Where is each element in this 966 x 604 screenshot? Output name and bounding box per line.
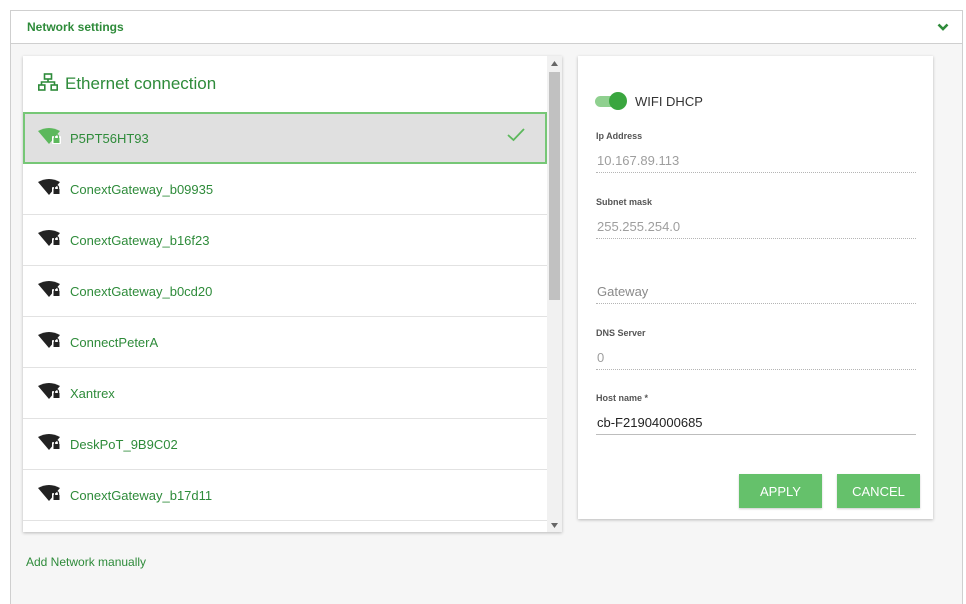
network-list-card: Ethernet connection P5PT56HT93 ConextGate… <box>23 56 562 532</box>
network-row[interactable]: P5PT56HT93 <box>23 112 547 164</box>
list-title: Ethernet connection <box>65 74 217 93</box>
network-row[interactable]: ConextGateway_b09935 <box>23 164 547 215</box>
subnet-mask-field: Subnet mask 255.255.254.0 <box>596 197 916 239</box>
network-row[interactable]: Xantrex <box>23 368 547 419</box>
panel-title: Network settings <box>27 20 124 34</box>
host-name-input[interactable]: cb-F21904000685 <box>596 415 916 435</box>
wifi-lock-icon <box>38 433 62 456</box>
wifi-lock-icon <box>38 382 62 405</box>
check-icon <box>507 128 525 147</box>
ip-address-value[interactable]: 10.167.89.113 <box>596 153 916 173</box>
network-icon <box>38 72 58 96</box>
network-rows: P5PT56HT93 ConextGateway_b09935 ConextGate… <box>23 112 547 521</box>
gateway-input[interactable]: Gateway <box>596 284 916 304</box>
list-scrollbar[interactable] <box>547 56 562 532</box>
subnet-mask-label: Subnet mask <box>596 197 653 207</box>
chevron-down-icon[interactable] <box>936 20 950 34</box>
dns-server-label: DNS Server <box>596 328 646 338</box>
network-row[interactable]: ConnectPeterA <box>23 317 547 368</box>
wifi-lock-icon <box>38 229 62 252</box>
host-name-label: Host name * <box>596 393 649 403</box>
wifi-lock-icon <box>38 331 62 354</box>
dhcp-toggle[interactable] <box>595 92 627 110</box>
dhcp-toggle-row: WIFI DHCP <box>595 92 703 110</box>
network-row[interactable]: ConextGateway_b16f23 <box>23 215 547 266</box>
network-name: Xantrex <box>70 385 115 401</box>
network-name: ConextGateway_b16f23 <box>70 232 210 248</box>
wifi-lock-icon <box>38 127 62 150</box>
network-name: ConextGateway_b17d11 <box>70 487 213 503</box>
network-form-card: WIFI DHCP Ip Address 10.167.89.113 Subne… <box>578 56 933 519</box>
wifi-lock-icon <box>38 178 62 201</box>
network-name: ConextGateway_b0cd20 <box>70 283 213 299</box>
list-header: Ethernet connection <box>23 56 562 112</box>
scroll-up-icon[interactable] <box>547 56 562 70</box>
network-row[interactable]: DeskPoT_9B9C02 <box>23 419 547 470</box>
wifi-lock-icon <box>38 484 62 507</box>
dns-server-field: DNS Server 0 <box>596 328 916 370</box>
wifi-lock-icon <box>38 280 62 303</box>
panel-header[interactable]: Network settings <box>11 11 962 44</box>
ip-address-field: Ip Address 10.167.89.113 <box>596 131 916 173</box>
dns-server-value[interactable]: 0 <box>596 350 916 370</box>
scroll-thumb[interactable] <box>549 72 560 300</box>
dhcp-label: WIFI DHCP <box>635 93 703 109</box>
ip-address-label: Ip Address <box>596 131 643 141</box>
network-row[interactable]: ConextGateway_b17d11 <box>23 470 547 521</box>
network-name: P5PT56HT93 <box>70 130 149 146</box>
network-name: ConextGateway_b09935 <box>70 181 214 197</box>
cancel-button[interactable]: CANCEL <box>837 474 920 508</box>
host-name-field: Host name * cb-F21904000685 <box>596 393 916 435</box>
network-name: DeskPoT_9B9C02 <box>70 436 178 452</box>
gateway-field: Gateway <box>596 284 916 304</box>
subnet-mask-value[interactable]: 255.255.254.0 <box>596 219 916 239</box>
network-row[interactable]: ConextGateway_b0cd20 <box>23 266 547 317</box>
apply-button[interactable]: APPLY <box>739 474 822 508</box>
add-network-link[interactable]: Add Network manually <box>26 555 146 569</box>
scroll-down-icon[interactable] <box>547 518 562 532</box>
network-name: ConnectPeterA <box>70 334 159 350</box>
